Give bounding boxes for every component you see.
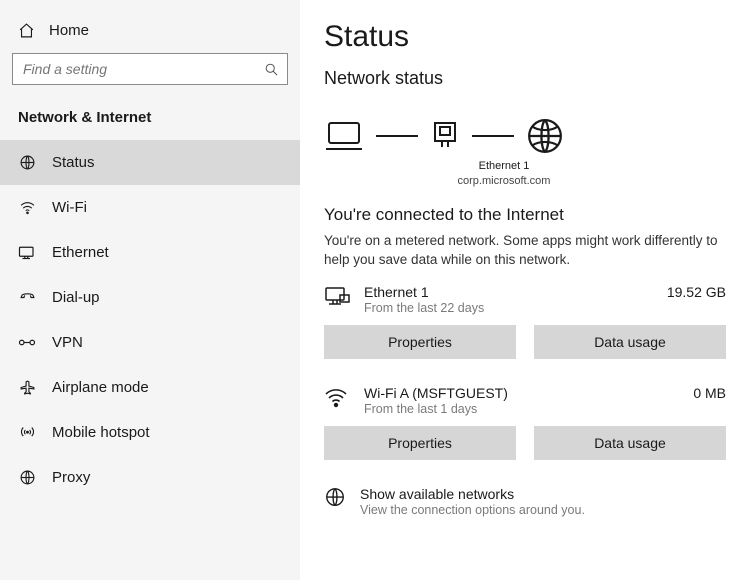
sidebar-item-wifi[interactable]: Wi-Fi bbox=[0, 185, 300, 230]
status-headline: You're connected to the Internet bbox=[324, 205, 726, 225]
search-input-container[interactable] bbox=[12, 53, 288, 85]
available-title: Show available networks bbox=[360, 486, 585, 502]
search-icon bbox=[264, 62, 279, 77]
diagram-caption: Ethernet 1 corp.microsoft.com bbox=[394, 159, 614, 189]
globe-icon bbox=[526, 117, 564, 155]
sidebar-item-proxy[interactable]: Proxy bbox=[0, 455, 300, 500]
diagram-line bbox=[376, 135, 418, 137]
status-icon bbox=[18, 154, 36, 171]
diagram-adapter: Ethernet 1 bbox=[394, 159, 614, 174]
available-sub: View the connection options around you. bbox=[360, 503, 585, 517]
connection-usage: 0 MB bbox=[693, 385, 726, 401]
page-subtitle: Network status bbox=[324, 68, 726, 89]
sidebar-item-hotspot[interactable]: Mobile hotspot bbox=[0, 410, 300, 455]
sidebar-item-vpn[interactable]: VPN bbox=[0, 320, 300, 365]
sidebar-item-label: VPN bbox=[52, 334, 83, 351]
vpn-icon bbox=[18, 335, 36, 350]
connection-usage: 19.52 GB bbox=[667, 284, 726, 300]
diagram-line bbox=[472, 135, 514, 137]
connection-row: Wi-Fi A (MSFTGUEST) From the last 1 days… bbox=[324, 385, 726, 416]
connection-row: Ethernet 1 From the last 22 days 19.52 G… bbox=[324, 284, 726, 315]
wifi-icon bbox=[18, 199, 36, 216]
connection-name: Wi-Fi A (MSFTGUEST) bbox=[364, 385, 679, 401]
hotspot-icon bbox=[18, 424, 36, 441]
diagram-domain: corp.microsoft.com bbox=[394, 174, 614, 189]
sidebar-item-label: Ethernet bbox=[52, 244, 109, 261]
show-available-networks[interactable]: Show available networks View the connect… bbox=[324, 486, 726, 517]
proxy-icon bbox=[18, 469, 36, 486]
sidebar-item-status[interactable]: Status bbox=[0, 140, 300, 185]
home-link[interactable]: Home bbox=[0, 18, 300, 53]
main-content: Status Network status Ethernet 1 corp.mi… bbox=[300, 0, 750, 580]
properties-button[interactable]: Properties bbox=[324, 325, 516, 359]
sidebar-item-label: Status bbox=[52, 154, 95, 171]
globe-small-icon bbox=[324, 486, 346, 508]
sidebar: Home Network & Internet Status Wi-Fi bbox=[0, 0, 300, 580]
page-title: Status bbox=[324, 20, 726, 54]
ethernet-icon bbox=[18, 244, 36, 261]
home-label: Home bbox=[49, 22, 89, 39]
pc-icon bbox=[324, 119, 364, 153]
connection-sub: From the last 22 days bbox=[364, 301, 653, 315]
search-input[interactable] bbox=[21, 60, 264, 78]
sidebar-item-label: Dial-up bbox=[52, 289, 100, 306]
ethernet-conn-icon bbox=[324, 284, 350, 308]
sidebar-item-label: Wi-Fi bbox=[52, 199, 87, 216]
network-diagram bbox=[324, 113, 726, 157]
sidebar-item-label: Mobile hotspot bbox=[52, 424, 150, 441]
data-usage-button[interactable]: Data usage bbox=[534, 426, 726, 460]
home-icon bbox=[18, 22, 35, 39]
connection-sub: From the last 1 days bbox=[364, 402, 679, 416]
wifi-conn-icon bbox=[324, 385, 350, 409]
sidebar-item-airplane[interactable]: Airplane mode bbox=[0, 365, 300, 410]
status-body: You're on a metered network. Some apps m… bbox=[324, 231, 724, 270]
sidebar-item-label: Proxy bbox=[52, 469, 90, 486]
sidebar-item-ethernet[interactable]: Ethernet bbox=[0, 230, 300, 275]
connection-name: Ethernet 1 bbox=[364, 284, 653, 300]
airplane-icon bbox=[18, 379, 36, 396]
data-usage-button[interactable]: Data usage bbox=[534, 325, 726, 359]
properties-button[interactable]: Properties bbox=[324, 426, 516, 460]
sidebar-item-dialup[interactable]: Dial-up bbox=[0, 275, 300, 320]
adapter-icon bbox=[430, 119, 460, 153]
sidebar-item-label: Airplane mode bbox=[52, 379, 149, 396]
section-header: Network & Internet bbox=[0, 103, 300, 140]
dialup-icon bbox=[18, 289, 36, 306]
